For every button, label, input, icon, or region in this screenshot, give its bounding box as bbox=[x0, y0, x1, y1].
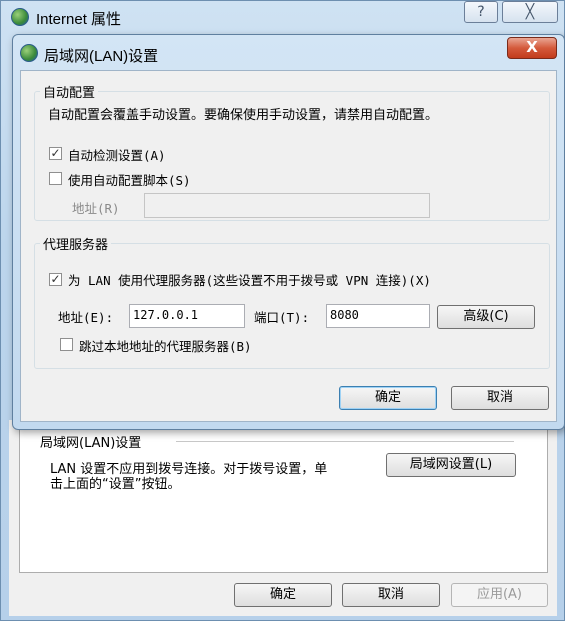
outer-window-title: Internet 属性 bbox=[36, 11, 122, 28]
dialog-title: 局域网(LAN)设置 bbox=[44, 48, 159, 65]
outer-ok-button[interactable]: 确定 bbox=[234, 583, 332, 607]
use-script-label: 使用自动配置脚本(S) bbox=[68, 173, 191, 188]
use-proxy-label: 为 LAN 使用代理服务器(这些设置不用于拨号或 VPN 连接)(X) bbox=[68, 273, 431, 288]
close-icon: X bbox=[526, 38, 538, 56]
lan-group-divider bbox=[176, 441, 514, 442]
outer-cancel-button[interactable]: 取消 bbox=[342, 583, 440, 607]
use-proxy-checkbox[interactable]: ✓ bbox=[49, 273, 62, 286]
internet-globe-icon bbox=[11, 8, 29, 26]
lan-settings-button[interactable]: 局域网设置(L) bbox=[386, 453, 516, 477]
proxy-port-input[interactable]: 8080 bbox=[326, 304, 430, 328]
auto-detect-checkbox[interactable]: ✓ bbox=[49, 147, 62, 160]
dialog-cancel-button[interactable]: 取消 bbox=[451, 386, 549, 410]
bypass-local-label: 跳过本地地址的代理服务器(B) bbox=[79, 339, 252, 354]
proxy-label: 代理服务器 bbox=[40, 234, 112, 253]
use-script-checkbox[interactable] bbox=[49, 172, 62, 185]
outer-close-button[interactable]: ╳ bbox=[502, 1, 558, 23]
checkmark-icon: ✓ bbox=[50, 146, 61, 160]
advanced-button[interactable]: 高级(C) bbox=[437, 305, 535, 329]
outer-apply-button[interactable]: 应用(A) bbox=[451, 583, 548, 607]
dialog-globe-icon bbox=[20, 44, 38, 62]
dialog-close-button[interactable]: X bbox=[507, 37, 557, 59]
dialog-ok-button[interactable]: 确定 bbox=[339, 386, 437, 410]
proxy-address-label: 地址(E): bbox=[58, 310, 114, 325]
lan-group-label: 局域网(LAN)设置 bbox=[40, 436, 142, 451]
help-button[interactable]: ? bbox=[464, 1, 498, 23]
proxy-address-input[interactable]: 127.0.0.1 bbox=[129, 304, 245, 328]
checkmark-icon: ✓ bbox=[50, 272, 61, 286]
proxy-port-label: 端口(T): bbox=[254, 310, 310, 325]
bypass-local-checkbox[interactable] bbox=[60, 338, 73, 351]
auto-config-description: 自动配置会覆盖手动设置。要确保使用手动设置，请禁用自动配置。 bbox=[48, 108, 439, 123]
lan-description-line2: 击上面的“设置”按钮。 bbox=[50, 477, 181, 492]
help-icon: ? bbox=[477, 4, 485, 20]
auto-config-label: 自动配置 bbox=[40, 82, 99, 101]
close-icon: ╳ bbox=[525, 4, 535, 20]
auto-detect-label: 自动检测设置(A) bbox=[68, 148, 166, 163]
script-address-input[interactable] bbox=[144, 193, 430, 218]
script-address-label: 地址(R) bbox=[72, 201, 120, 216]
